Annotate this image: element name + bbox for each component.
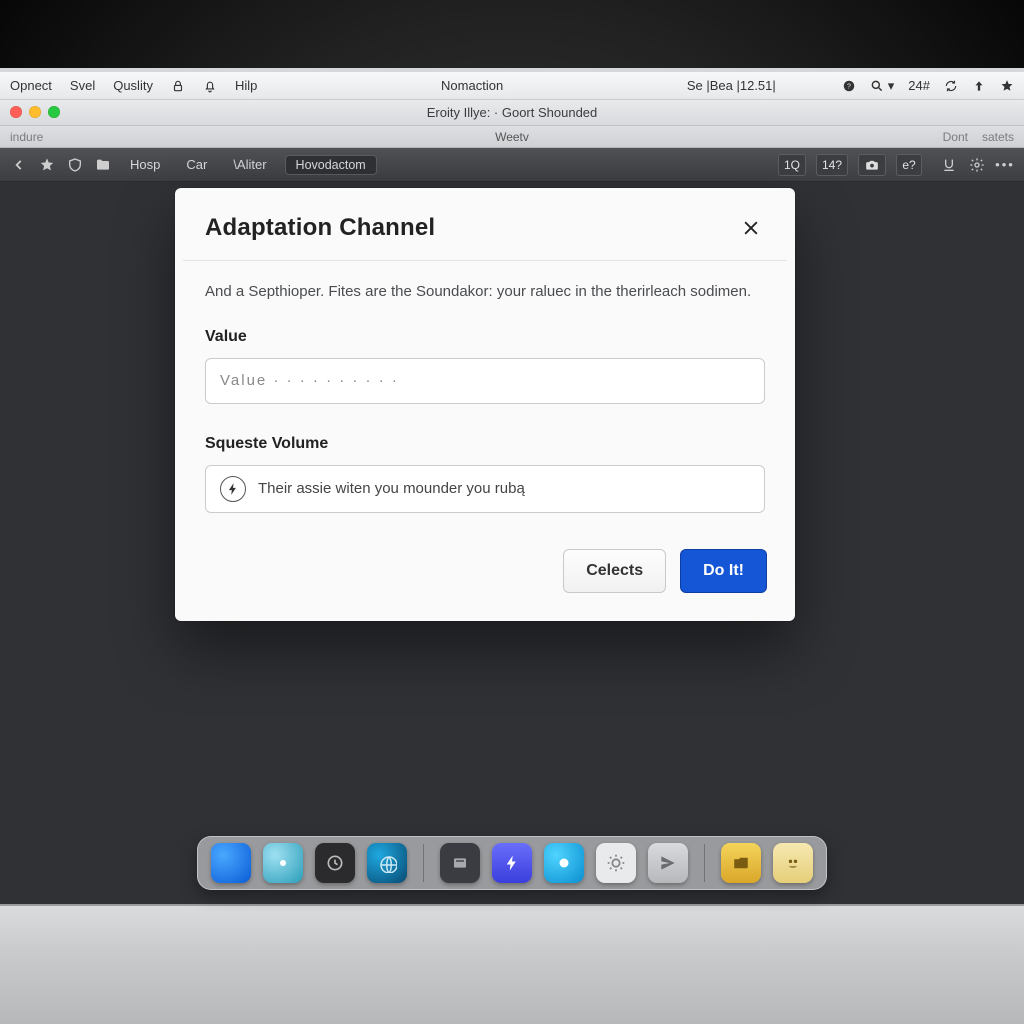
dock-app-10[interactable] — [721, 843, 761, 883]
toolbar-item-aliter[interactable]: \Aliter — [225, 155, 274, 174]
dock-separator-2 — [704, 844, 705, 882]
app-canvas: Adaptation Channel And a Septhioper. Fit… — [0, 182, 1024, 904]
dock-app-11[interactable] — [773, 843, 813, 883]
back-chevron-icon[interactable] — [10, 156, 28, 174]
star-icon[interactable] — [1000, 79, 1014, 93]
gear-icon[interactable] — [968, 156, 986, 174]
menubar-clock: 24# — [908, 78, 930, 93]
upload-arrow-icon[interactable] — [972, 79, 986, 93]
menubar-right-group: ? ▾ 24# — [842, 78, 1014, 94]
toolbar-chip-2[interactable]: 14? — [816, 154, 848, 176]
menu-item-quslity[interactable]: Quslity — [113, 78, 153, 93]
menubar-status: Se |Bea |12.51| — [687, 78, 776, 93]
squeste-volume-text: Their assie witen you mounder you rubą — [258, 478, 525, 500]
squeste-volume-label: Squeste Volume — [205, 432, 765, 455]
os-dock — [197, 836, 827, 890]
window-sub-right-1[interactable]: Dont — [943, 130, 968, 144]
confirm-button[interactable]: Do It! — [680, 549, 767, 593]
bookmark-star-icon[interactable] — [38, 156, 56, 174]
more-icon[interactable]: ••• — [996, 156, 1014, 174]
window-subtitle: Weetv — [495, 130, 529, 144]
laptop-screen: Opnect Svel Quslity Hilp Nomaction Se |B… — [0, 68, 1024, 904]
dock-app-1[interactable] — [211, 843, 251, 883]
bell-icon[interactable] — [203, 79, 217, 93]
window-close-button[interactable] — [10, 106, 22, 118]
sync-icon[interactable] — [944, 79, 958, 93]
value-label: Value — [205, 325, 765, 348]
underline-icon[interactable] — [940, 156, 958, 174]
app-toolbar: Hosp Car \Aliter Hovodactom 1Q 14? e? ••… — [0, 148, 1024, 182]
spotlight-search-icon[interactable]: ▾ — [870, 78, 895, 94]
dock-app-6[interactable] — [492, 843, 532, 883]
help-circle-icon[interactable]: ? — [842, 79, 856, 93]
toolbar-chip-3[interactable]: e? — [896, 154, 922, 176]
toolbar-chip-camera[interactable] — [858, 154, 886, 176]
toolbar-chip-1[interactable]: 1Q — [778, 154, 806, 176]
dock-app-5[interactable] — [440, 843, 480, 883]
window-minimize-button[interactable] — [29, 106, 41, 118]
adaptation-channel-dialog: Adaptation Channel And a Septhioper. Fit… — [175, 188, 795, 621]
window-subtitle-bar: indure Weetv Dont satets — [0, 126, 1024, 148]
dock-app-3[interactable] — [315, 843, 355, 883]
bolt-icon — [220, 476, 246, 502]
traffic-lights — [10, 106, 60, 118]
menubar-center-label: Nomaction — [441, 78, 503, 93]
menu-item-svel[interactable]: Svel — [70, 78, 95, 93]
lock-icon — [171, 79, 185, 93]
squeste-volume-info[interactable]: Their assie witen you mounder you rubą — [205, 465, 765, 513]
dock-separator — [423, 844, 424, 882]
toolbar-item-car[interactable]: Car — [178, 155, 215, 174]
value-input[interactable] — [205, 358, 765, 404]
window-maximize-button[interactable] — [48, 106, 60, 118]
folder-icon[interactable] — [94, 156, 112, 174]
window-sub-right-2[interactable]: satets — [982, 130, 1014, 144]
dialog-description: And a Septhioper. Fites are the Soundako… — [205, 281, 765, 303]
window-title: Eroity Illye: · Goort Shounded — [427, 105, 598, 120]
dock-app-7[interactable] — [544, 843, 584, 883]
menu-item-opnect[interactable]: Opnect — [10, 78, 52, 93]
shield-icon[interactable] — [66, 156, 84, 174]
dock-app-9[interactable] — [648, 843, 688, 883]
window-sub-left: indure — [10, 130, 43, 144]
cancel-button[interactable]: Celects — [563, 549, 666, 593]
dialog-close-button[interactable] — [737, 214, 765, 242]
dock-app-2[interactable] — [263, 843, 303, 883]
svg-text:?: ? — [847, 83, 851, 90]
laptop-keyboard — [0, 904, 1024, 1024]
os-menubar: Opnect Svel Quslity Hilp Nomaction Se |B… — [0, 72, 1024, 100]
menu-item-hilp[interactable]: Hilp — [235, 78, 257, 93]
dock-app-4[interactable] — [367, 843, 407, 883]
window-titlebar[interactable]: Eroity Illye: · Goort Shounded — [0, 100, 1024, 126]
dialog-title: Adaptation Channel — [205, 214, 435, 242]
toolbar-pill-hovodactom[interactable]: Hovodactom — [285, 155, 377, 175]
dock-app-8[interactable] — [596, 843, 636, 883]
toolbar-item-hosp[interactable]: Hosp — [122, 155, 168, 174]
